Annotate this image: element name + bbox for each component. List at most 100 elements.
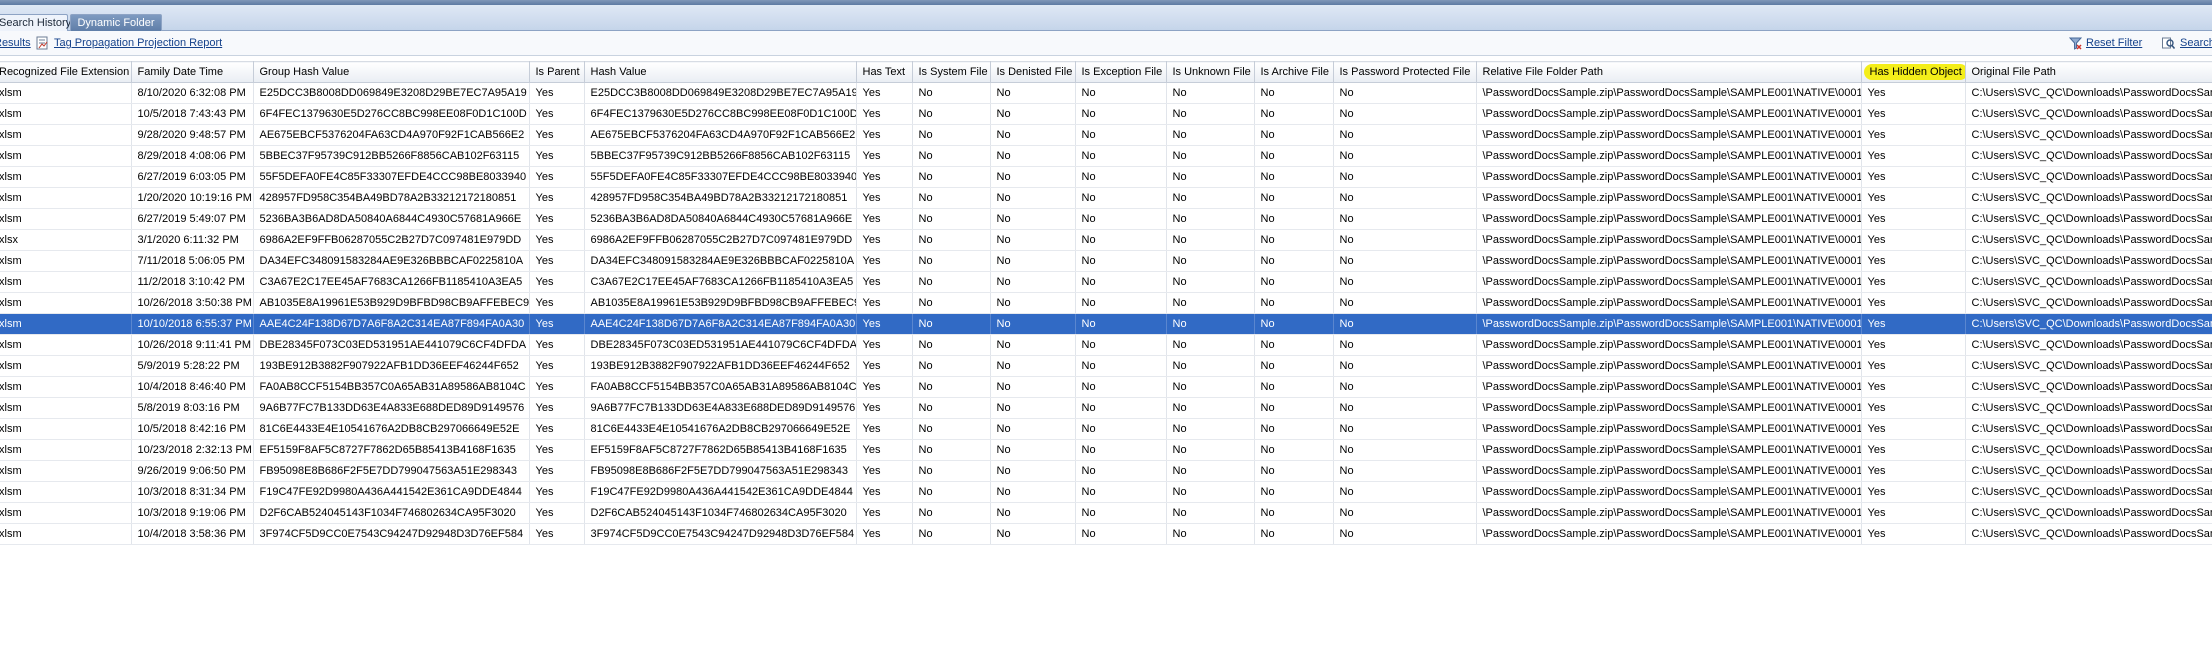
table-cell[interactable]: No xyxy=(912,145,991,167)
table-cell[interactable]: Yes xyxy=(529,208,585,230)
table-cell[interactable]: No xyxy=(990,292,1076,314)
table-cell[interactable]: No xyxy=(990,460,1076,482)
table-cell[interactable]: DBE28345F073C03ED531951AE441079C6CF4DFDA xyxy=(584,334,857,356)
table-cell[interactable]: \PasswordDocsSample.zip\PasswordDocsSamp… xyxy=(1476,145,1862,167)
table-cell[interactable]: 9A6B77FC7B133DD63E4A833E688DED89D9149576 xyxy=(253,397,530,419)
table-cell[interactable]: C:\Users\SVC_QC\Downloads\PasswordDocsSa… xyxy=(1965,271,2212,293)
table-cell[interactable]: Yes xyxy=(1861,103,1966,125)
table-cell[interactable]: Yes xyxy=(529,439,585,461)
reset-filter-link[interactable]: Reset Filter xyxy=(2086,37,2142,49)
table-cell[interactable]: No xyxy=(1254,523,1334,545)
table-cell[interactable]: No xyxy=(990,187,1076,209)
table-cell[interactable]: No xyxy=(1254,271,1334,293)
table-cell[interactable]: Yes xyxy=(1861,229,1966,251)
table-cell[interactable]: No xyxy=(1166,250,1255,272)
table-cell[interactable]: FB95098E8B686F2F5E7DD799047563A51E298343 xyxy=(253,460,530,482)
table-cell[interactable]: Yes xyxy=(856,208,913,230)
table-cell[interactable]: Yes xyxy=(856,523,913,545)
table-cell[interactable]: No xyxy=(990,166,1076,188)
column-header[interactable]: Is Unknown File xyxy=(1166,61,1255,83)
table-cell[interactable]: No xyxy=(1254,460,1334,482)
table-cell[interactable]: No xyxy=(1333,334,1477,356)
table-cell[interactable]: Yes xyxy=(856,502,913,524)
table-cell[interactable]: No xyxy=(1254,376,1334,398)
table-cell[interactable]: No xyxy=(990,376,1076,398)
table-cell[interactable]: No xyxy=(912,82,991,104)
table-row[interactable]: xlsm 10/10/2018 6:55:37 PM AAE4C24F138D67D… xyxy=(0,313,2212,335)
table-cell[interactable]: No xyxy=(990,208,1076,230)
table-cell[interactable]: No xyxy=(990,523,1076,545)
table-cell[interactable]: No xyxy=(912,397,991,419)
table-cell[interactable]: No xyxy=(1166,334,1255,356)
table-cell[interactable]: 428957FD958C354BA49BD78A2B33212172180851 xyxy=(253,187,530,209)
table-cell[interactable]: xlsm xyxy=(0,250,132,272)
table-cell[interactable]: C:\Users\SVC_QC\Downloads\PasswordDocsSa… xyxy=(1965,166,2212,188)
table-cell[interactable]: 10/23/2018 2:32:13 PM xyxy=(131,439,254,461)
table-cell[interactable]: Yes xyxy=(529,103,585,125)
table-cell[interactable]: No xyxy=(1166,82,1255,104)
table-cell[interactable]: No xyxy=(1254,355,1334,377)
table-cell[interactable]: No xyxy=(1333,208,1477,230)
table-cell[interactable]: No xyxy=(1333,481,1477,503)
column-header[interactable]: Is System File xyxy=(912,61,991,83)
table-cell[interactable]: No xyxy=(1075,523,1167,545)
table-cell[interactable]: 11/2/2018 3:10:42 PM xyxy=(131,271,254,293)
table-cell[interactable]: D2F6CAB524045143F1034F746802634CA95F3020 xyxy=(253,502,530,524)
table-row[interactable]: xlsm 6/27/2019 5:49:07 PM 5236BA3B6AD8DA50… xyxy=(0,208,2212,230)
table-cell[interactable]: 10/26/2018 9:11:41 PM xyxy=(131,334,254,356)
table-cell[interactable]: No xyxy=(1333,502,1477,524)
table-cell[interactable]: C:\Users\SVC_QC\Downloads\PasswordDocsSa… xyxy=(1965,292,2212,314)
table-cell[interactable]: AE675EBCF5376204FA63CD4A970F92F1CAB566E2 xyxy=(253,124,530,146)
table-cell[interactable]: Yes xyxy=(856,292,913,314)
table-cell[interactable]: xlsm xyxy=(0,376,132,398)
table-cell[interactable]: No xyxy=(912,208,991,230)
table-cell[interactable]: xlsm xyxy=(0,103,132,125)
table-cell[interactable]: No xyxy=(912,523,991,545)
table-row[interactable]: xlsm 10/3/2018 8:31:34 PM F19C47FE92D9980A… xyxy=(0,481,2212,503)
table-cell[interactable]: Yes xyxy=(856,271,913,293)
table-cell[interactable]: No xyxy=(912,502,991,524)
table-cell[interactable]: C:\Users\SVC_QC\Downloads\PasswordDocsSa… xyxy=(1965,460,2212,482)
table-row[interactable]: xlsm 5/8/2019 8:03:16 PM 9A6B77FC7B133DD63… xyxy=(0,397,2212,419)
table-cell[interactable]: xlsm xyxy=(0,187,132,209)
table-cell[interactable]: 5/8/2019 8:03:16 PM xyxy=(131,397,254,419)
table-cell[interactable]: No xyxy=(1254,103,1334,125)
table-cell[interactable]: No xyxy=(1166,208,1255,230)
tag-propagation-report-link[interactable]: Tag Propagation Projection Report xyxy=(54,37,222,49)
table-cell[interactable]: No xyxy=(1075,166,1167,188)
table-cell[interactable]: 6986A2EF9FFB06287055C2B27D7C097481E979DD xyxy=(253,229,530,251)
table-cell[interactable]: C:\Users\SVC_QC\Downloads\PasswordDocsSa… xyxy=(1965,187,2212,209)
table-cell[interactable]: xlsm xyxy=(0,355,132,377)
table-cell[interactable]: No xyxy=(912,250,991,272)
table-cell[interactable]: No xyxy=(1254,481,1334,503)
table-cell[interactable]: No xyxy=(1075,187,1167,209)
table-cell[interactable]: No xyxy=(1075,502,1167,524)
table-cell[interactable]: \PasswordDocsSample.zip\PasswordDocsSamp… xyxy=(1476,439,1862,461)
table-row[interactable]: xlsm 6/27/2019 6:03:05 PM 55F5DEFA0FE4C85F… xyxy=(0,166,2212,188)
table-cell[interactable]: Yes xyxy=(529,313,585,335)
table-cell[interactable]: \PasswordDocsSample.zip\PasswordDocsSamp… xyxy=(1476,166,1862,188)
table-cell[interactable]: 6/27/2019 6:03:05 PM xyxy=(131,166,254,188)
table-row[interactable]: xlsm 1/20/2020 10:19:16 PM 428957FD958C354… xyxy=(0,187,2212,209)
table-cell[interactable]: Yes xyxy=(1861,397,1966,419)
table-cell[interactable]: No xyxy=(1166,313,1255,335)
table-cell[interactable]: No xyxy=(1166,481,1255,503)
tab-dynamic-folder[interactable]: Dynamic Folder xyxy=(70,14,162,31)
table-cell[interactable]: No xyxy=(990,124,1076,146)
table-row[interactable]: xlsm 11/2/2018 3:10:42 PM C3A67E2C17EE45AF… xyxy=(0,271,2212,293)
table-cell[interactable]: DA34EFC348091583284AE9E326BBBCAF0225810A xyxy=(584,250,857,272)
table-cell[interactable]: \PasswordDocsSample.zip\PasswordDocsSamp… xyxy=(1476,124,1862,146)
table-cell[interactable]: 8/10/2020 6:32:08 PM xyxy=(131,82,254,104)
table-cell[interactable]: No xyxy=(1075,250,1167,272)
table-cell[interactable]: No xyxy=(990,145,1076,167)
table-cell[interactable]: No xyxy=(1333,376,1477,398)
table-cell[interactable]: Yes xyxy=(1861,418,1966,440)
table-cell[interactable]: \PasswordDocsSample.zip\PasswordDocsSamp… xyxy=(1476,334,1862,356)
table-cell[interactable]: No xyxy=(1166,397,1255,419)
results-link[interactable]: Results xyxy=(0,37,31,49)
table-cell[interactable]: Yes xyxy=(856,355,913,377)
table-cell[interactable]: No xyxy=(912,229,991,251)
table-cell[interactable]: No xyxy=(1075,124,1167,146)
table-cell[interactable]: 5236BA3B6AD8DA50840A6844C4930C57681A966E xyxy=(253,208,530,230)
table-cell[interactable]: AB1035E8A19961E53B929D9BFBD98CB9AFFEBEC9 xyxy=(253,292,530,314)
